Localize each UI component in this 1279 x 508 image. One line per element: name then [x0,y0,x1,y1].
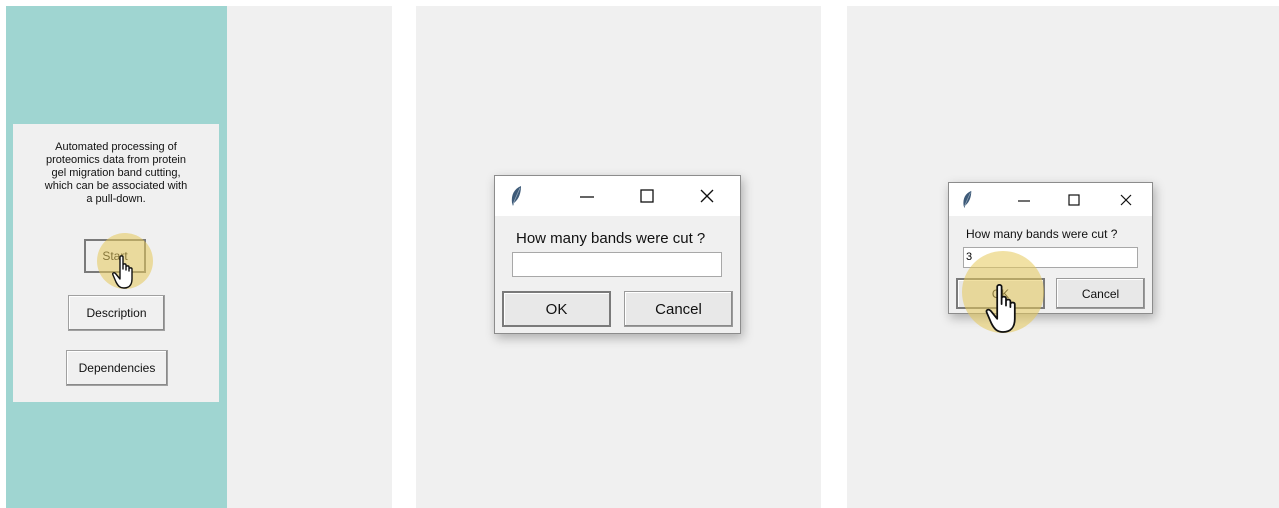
dialog-titlebar [495,176,740,216]
dialog-panel-empty: How many bands were cut ? OK Cancel [416,6,821,508]
question-label: How many bands were cut ? [966,227,1118,241]
dialog-titlebar [949,183,1152,216]
bands-count-input[interactable] [512,252,722,277]
feather-icon [511,186,521,206]
bands-dialog: How many bands were cut ? OK Cancel [494,175,741,334]
cancel-button[interactable]: Cancel [624,291,733,327]
close-button[interactable] [1109,183,1143,216]
dialog-panel-filled: How many bands were cut ? 3 OK Cancel [847,6,1279,508]
minimize-icon [1018,199,1030,202]
question-label: How many bands were cut ? [516,230,706,247]
ok-button[interactable]: OK [502,291,611,327]
main-card: Automated processing of proteomics data … [13,124,219,402]
minimize-button[interactable] [567,176,607,216]
close-button[interactable] [687,176,727,216]
app-description-text: Automated processing of proteomics data … [44,141,188,205]
dependencies-button[interactable]: Dependencies [66,350,168,386]
hand-pointer-icon [985,284,1016,333]
feather-icon [963,190,972,209]
maximize-icon [1068,193,1080,206]
cancel-button[interactable]: Cancel [1056,278,1145,309]
maximize-icon [640,189,654,203]
maximize-button[interactable] [1057,183,1091,216]
close-icon [700,189,714,203]
minimize-button[interactable] [1007,183,1041,216]
close-icon [1120,194,1132,205]
app-window-panel: Automated processing of proteomics data … [6,6,392,508]
hand-pointer-icon [112,255,133,289]
description-button[interactable]: Description [68,295,165,331]
minimize-icon [580,196,594,198]
maximize-button[interactable] [627,176,667,216]
